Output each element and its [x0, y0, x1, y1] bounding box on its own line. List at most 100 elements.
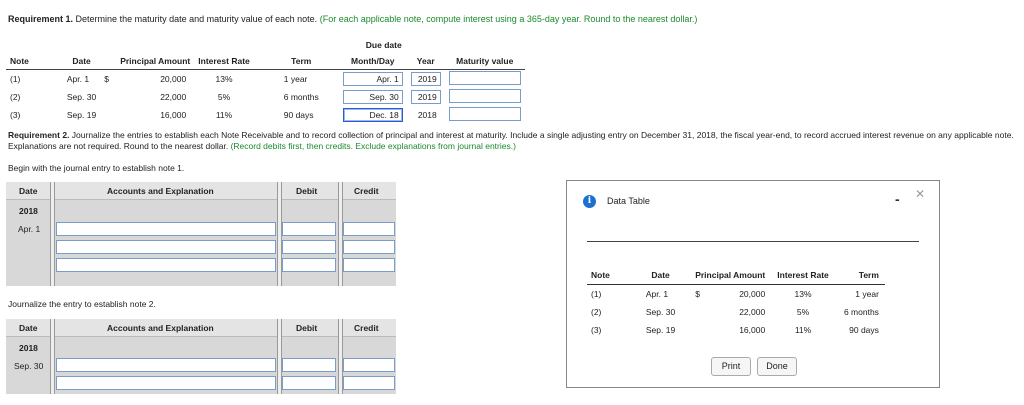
principal-value: 16,000	[160, 110, 187, 120]
monthday-input[interactable]: Sep. 30	[342, 90, 403, 104]
rate-value: 5%	[217, 92, 231, 102]
term-value: 90 days	[283, 110, 314, 120]
notes-table: Due date Note Date Principal Amount Inte…	[6, 37, 525, 124]
col-rate: Interest Rate	[771, 266, 835, 285]
column-divider	[50, 319, 55, 394]
account-input[interactable]	[56, 376, 276, 390]
term-value: 6 months	[843, 307, 879, 317]
col-maturity: Maturity value	[444, 53, 525, 70]
requirement-1-instruction: Determine the maturity date and maturity…	[75, 14, 318, 24]
journal-entry-note-2: Date Accounts and Explanation Debit Cred…	[6, 319, 396, 394]
due-date-header: Due date	[365, 40, 402, 50]
data-table-dialog: i Data Table - ✕ Note Date Principal Amo…	[566, 180, 940, 388]
note-id: (3)	[10, 110, 21, 120]
dollar-sign: $	[695, 289, 700, 299]
begin-instruction: Begin with the journal entry to establis…	[8, 163, 185, 173]
col-rate: Interest Rate	[194, 53, 254, 70]
note-date: Apr. 1	[645, 289, 669, 299]
table-row: (1) Apr. 1 $20,000 13% 1 year	[587, 285, 885, 304]
col-year: Year	[406, 53, 445, 70]
rate-value: 11%	[794, 325, 812, 335]
minimize-icon[interactable]: -	[895, 191, 900, 207]
header-debit: Debit	[296, 323, 318, 333]
entry-date: Apr. 1	[18, 224, 41, 234]
debit-input[interactable]	[282, 222, 336, 236]
column-divider	[50, 182, 55, 286]
journal-entry-note-1: Date Accounts and Explanation Debit Cred…	[6, 182, 396, 286]
maturity-value-input[interactable]	[448, 71, 521, 85]
dialog-title: Data Table	[607, 196, 650, 206]
close-icon[interactable]: ✕	[915, 187, 925, 201]
principal-value: 20,000	[160, 74, 187, 84]
credit-input[interactable]	[343, 358, 395, 372]
principal-value: 22,000	[739, 307, 766, 317]
year-input[interactable]: 2019	[410, 72, 441, 86]
year-input[interactable]: 2019	[410, 90, 441, 104]
done-button[interactable]: Done	[757, 357, 797, 376]
table-row: (1) Apr. 1 $20,000 13% 1 year Apr. 1 201…	[6, 70, 525, 89]
account-input[interactable]	[56, 358, 276, 372]
header-date: Date	[19, 323, 38, 333]
credit-input[interactable]	[343, 240, 395, 254]
requirement-1-title: Requirement 1.	[8, 14, 74, 24]
col-date: Date	[32, 53, 101, 70]
rate-value: 13%	[794, 289, 812, 299]
principal-value: 16,000	[739, 325, 766, 335]
note-date: Sep. 19	[66, 110, 97, 120]
table-row: (3) Sep. 19 16,000 11% 90 days	[587, 321, 885, 339]
col-note: Note	[587, 266, 616, 285]
header-accounts: Accounts and Explanation	[107, 323, 214, 333]
divider	[587, 241, 919, 242]
col-note: Note	[6, 53, 33, 70]
header-accounts: Accounts and Explanation	[107, 186, 214, 196]
entry-date: Sep. 30	[14, 361, 44, 371]
table-row: (3) Sep. 19 16,000 11% 90 days Dec. 18 2…	[6, 106, 525, 124]
col-date: Date	[615, 266, 682, 285]
col-monthday: Month/Day	[322, 53, 407, 70]
debit-input[interactable]	[282, 240, 336, 254]
maturity-value-input[interactable]	[448, 89, 521, 103]
print-button[interactable]: Print	[711, 357, 751, 376]
col-principal: Principal Amount	[681, 266, 772, 285]
year-input[interactable]: 2018	[410, 108, 441, 122]
requirement-2-title: Requirement 2.	[8, 130, 70, 140]
account-input[interactable]	[56, 240, 276, 254]
rate-value: 5%	[796, 307, 810, 317]
rate-value: 11%	[215, 110, 233, 120]
note-date: Sep. 30	[66, 92, 97, 102]
note-date: Apr. 1	[66, 74, 90, 84]
term-value: 6 months	[283, 92, 319, 102]
debit-input[interactable]	[282, 376, 336, 390]
header-credit: Credit	[354, 323, 379, 333]
rate-value: 13%	[215, 74, 233, 84]
credit-input[interactable]	[343, 258, 395, 272]
term-value: 1 year	[283, 74, 308, 84]
monthday-input[interactable]: Dec. 18	[342, 108, 403, 122]
debit-input[interactable]	[282, 358, 336, 372]
principal-value: 20,000	[739, 289, 766, 299]
account-input[interactable]	[56, 222, 276, 236]
note-id: (1)	[591, 289, 602, 299]
note-id: (2)	[10, 92, 21, 102]
monthday-input[interactable]: Apr. 1	[342, 72, 403, 86]
header-debit: Debit	[296, 186, 318, 196]
debit-input[interactable]	[282, 258, 336, 272]
col-term: Term	[834, 266, 885, 285]
dollar-sign: $	[104, 74, 109, 84]
col-principal: Principal Amount	[100, 53, 195, 70]
credit-input[interactable]	[343, 222, 395, 236]
requirement-2-hint: (Record debits first, then credits. Excl…	[230, 141, 516, 151]
account-input[interactable]	[56, 258, 276, 272]
term-value: 1 year	[855, 289, 879, 299]
maturity-value-input[interactable]	[448, 107, 521, 121]
requirement-1-hint: (For each applicable note, compute inter…	[319, 14, 698, 24]
note-date: Sep. 19	[645, 325, 676, 335]
credit-input[interactable]	[343, 376, 395, 390]
col-term: Term	[253, 53, 323, 70]
requirement-1-text: Requirement 1. Determine the maturity da…	[8, 14, 697, 24]
requirement-2-text: Requirement 2. Journalize the entries to…	[8, 130, 1018, 152]
note-id: (2)	[591, 307, 602, 317]
principal-value: 22,000	[160, 92, 187, 102]
entry-year: 2018	[19, 206, 38, 216]
header-credit: Credit	[354, 186, 379, 196]
